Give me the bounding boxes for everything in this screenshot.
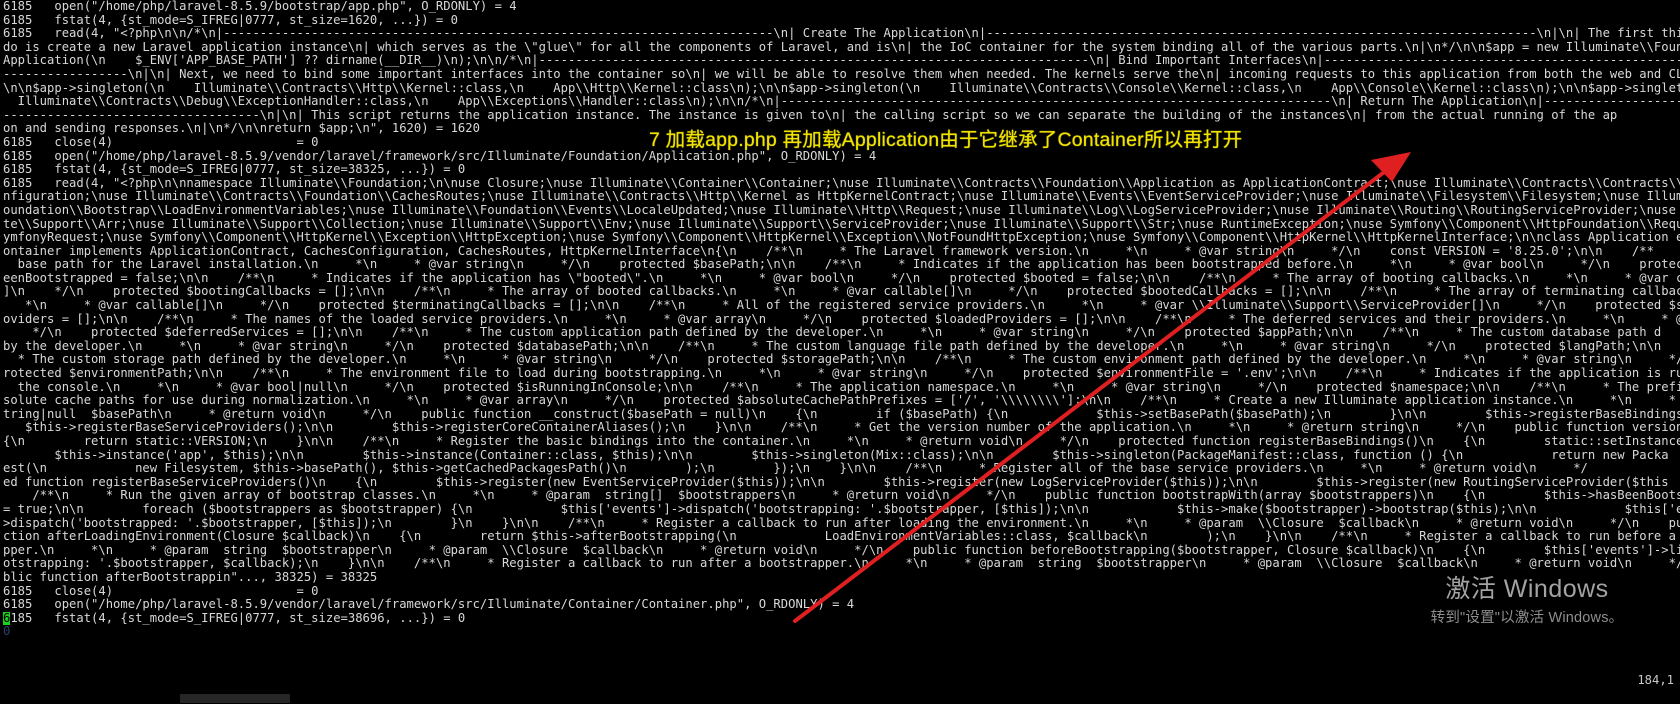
terminal-line: * The custom storage path defined by the… <box>3 353 1680 367</box>
terminal-line: by the developer.\n *\n * @var string\n … <box>3 339 1680 353</box>
terminal-line: te\\Support\\Arr;\nuse Illuminate\\Suppo… <box>3 217 1680 231</box>
terminal-line: do is create a new Laravel application i… <box>3 40 1680 54</box>
terminal-line: the console.\n *\n * @var bool|null\n */… <box>3 380 1680 394</box>
terminal-line: ]\n */\n protected $bootingCallbacks = [… <box>3 285 1680 299</box>
watermark-subtitle: 转到"设置"以激活 Windows。 <box>1430 610 1624 626</box>
terminal-line: tring|null $basePath\n * @return void\n … <box>3 407 1680 421</box>
terminal-line: $this->instance('app', $this);\n\n $this… <box>3 448 1669 462</box>
terminal-line: 6185 fstat(4, {st_mode=S_IFREG|0777, st_… <box>3 163 466 177</box>
terminal-line: {\n return static::VERSION;\n }\n\n /**\… <box>3 435 1680 448</box>
terminal-line: otstrapping: '.$bootstrapper, $callback)… <box>3 557 1680 571</box>
terminal-line: Illuminate\\Contracts\\Debug\\ExceptionH… <box>3 95 1680 109</box>
terminal-line: \n\n$app->singleton(\n Illuminate\\Contr… <box>3 81 1680 95</box>
terminal-line: Application(\n $_ENV['APP_BASE_PATH'] ??… <box>3 54 1680 68</box>
terminal-line: base path for the Laravel installation.\… <box>3 258 1680 272</box>
terminal-line: ed function registerBaseServiceProviders… <box>3 475 1669 489</box>
terminal-line: >dispatch('bootstrapped: '.$bootstrapper… <box>3 516 1680 530</box>
terminal-line: 6185 open("/home/php/laravel-8.5.9/boots… <box>3 0 517 13</box>
terminal-line: solute cache paths for use during normal… <box>3 394 1680 408</box>
terminal-line: 6185 read(4, "<?php\n\n/*\n|------------… <box>3 27 1680 41</box>
terminal-output[interactable]: 6185 open("/home/php/laravel-8.5.9/boots… <box>0 0 1680 672</box>
trailing-char: 0 <box>3 625 11 639</box>
terminal-line: pper.\n *\n * @param string $bootstrappe… <box>3 543 1680 557</box>
terminal-line: $this->registerBaseServiceProviders();\n… <box>3 421 1680 435</box>
terminal-line: */\n protected $deferredServices = [];\n… <box>3 326 1662 340</box>
annotation-text: 7 加载app.php 再加载Application由于它继承了Containe… <box>649 129 1243 151</box>
terminal-line: nfiguration;\nuse Illuminate\\Contracts\… <box>3 190 1680 204</box>
terminal-line: ymfonyRequest;\nuse Symfony\\Component\\… <box>3 231 1680 245</box>
cursor-position-indicator: 184,1 <box>1637 673 1674 687</box>
terminal-line: = true;\n\n foreach ($bootstrappers as $… <box>3 502 1680 516</box>
windows-activation-watermark: 激活 Windows 转到"设置"以激活 Windows。 <box>1392 573 1662 628</box>
terminal-line: /**\n * Run the given array of bootstrap… <box>3 489 1680 503</box>
terminal-line: 6185 read(4, "<?php\n\nnamespace Illumin… <box>3 176 1680 190</box>
taskbar <box>0 688 1680 704</box>
terminal-line: ontainer implements ApplicationContract,… <box>3 244 1654 258</box>
terminal-line: *\n * @var callable[]\n */\n protected $… <box>3 299 1680 313</box>
taskbar-thumbnail <box>180 694 290 703</box>
terminal-line-text: 185 fstat(4, {st_mode=S_IFREG|0777, st_s… <box>10 611 466 625</box>
terminal-line: -----------------------------------\n|\n… <box>3 108 1618 122</box>
terminal-line: oviders = [];\n\n /**\n * The names of t… <box>3 312 1680 326</box>
terminal-line: est(\n new Filesystem, $this->basePath()… <box>3 462 1588 476</box>
terminal-screen: 6185 open("/home/php/laravel-8.5.9/boots… <box>0 0 1680 704</box>
terminal-line: eenBootstrapped = false;\n\n /**\n * Ind… <box>3 271 1680 285</box>
terminal-line: -----------------\n|\n| Next, we need to… <box>3 67 1680 81</box>
terminal-line: rotected $environmentPath;\n\n /**\n * T… <box>3 367 1680 381</box>
terminal-line: oundation\\Bootstrap\\LoadEnvironmentVar… <box>3 203 1680 217</box>
watermark-title: 激活 Windows <box>1445 575 1609 603</box>
terminal-line: 6185 fstat(4, {st_mode=S_IFREG|0777, st_… <box>3 13 458 27</box>
terminal-line: ction afterLoadingEnvironment(Closure $c… <box>3 530 1680 544</box>
